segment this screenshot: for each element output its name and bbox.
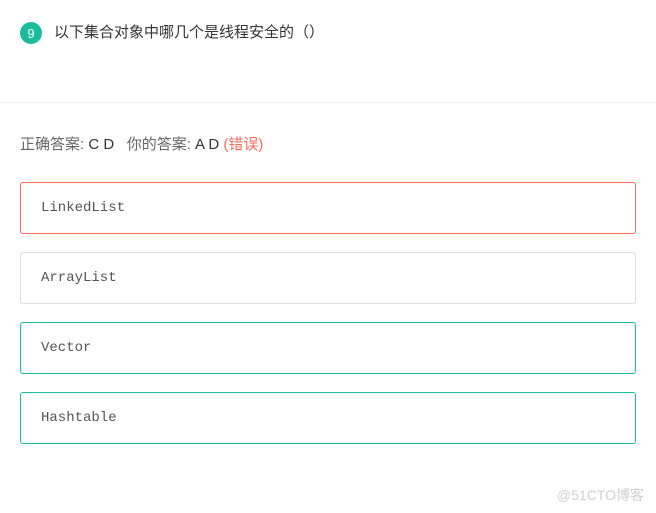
wrong-flag: (错误) xyxy=(223,136,263,153)
options-container: LinkedList ArrayList Vector Hashtable xyxy=(20,182,636,444)
answer-section: 正确答案: C D 你的答案: A D (错误) LinkedList Array… xyxy=(0,102,656,444)
your-answer-value: A D xyxy=(195,136,223,153)
question-header: 9 以下集合对象中哪几个是线程安全的（） xyxy=(0,0,656,44)
correct-answer-label: 正确答案: xyxy=(20,136,88,153)
option-b[interactable]: ArrayList xyxy=(20,252,636,304)
option-c[interactable]: Vector xyxy=(20,322,636,374)
watermark: @51CTO博客 xyxy=(557,485,644,505)
option-d[interactable]: Hashtable xyxy=(20,392,636,444)
question-text: 以下集合对象中哪几个是线程安全的（） xyxy=(54,22,324,44)
correct-answer-value: C D xyxy=(88,136,114,153)
your-answer-label: 你的答案: xyxy=(127,136,195,153)
answer-summary: 正确答案: C D 你的答案: A D (错误) xyxy=(20,133,636,154)
option-a[interactable]: LinkedList xyxy=(20,182,636,234)
question-number-badge: 9 xyxy=(20,22,42,44)
